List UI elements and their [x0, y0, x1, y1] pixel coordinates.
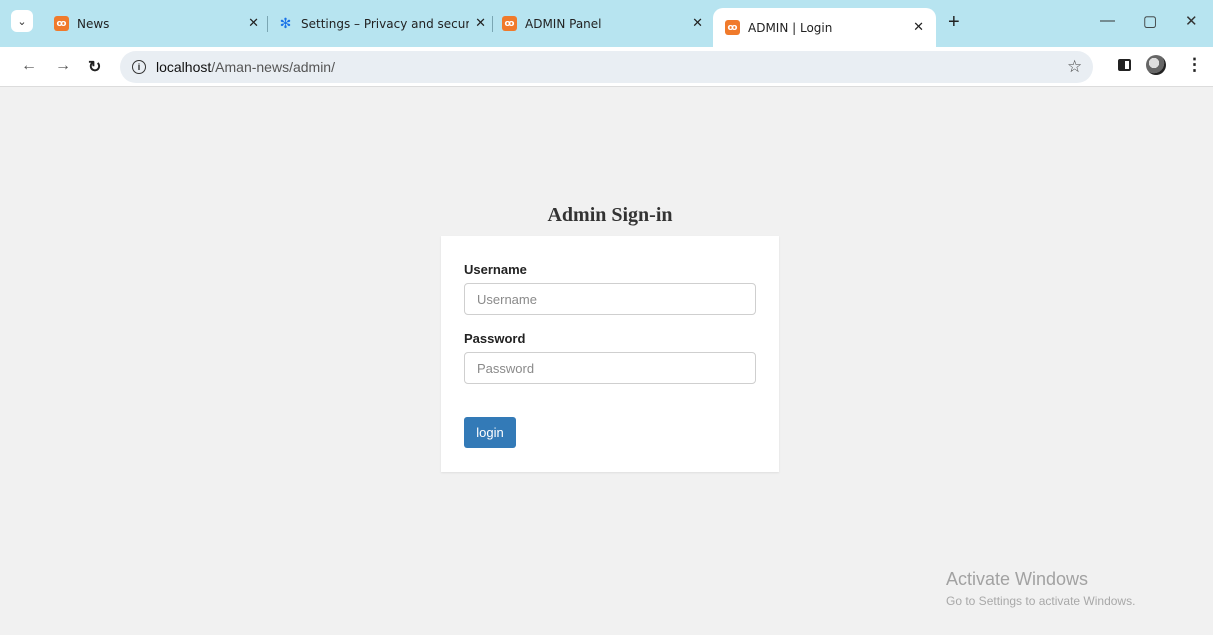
- url-path: /Aman-news/admin/: [211, 59, 335, 75]
- close-icon[interactable]: ✕: [692, 16, 703, 31]
- window-close-button[interactable]: ✕: [1185, 12, 1198, 30]
- close-icon[interactable]: ✕: [913, 20, 924, 35]
- login-button[interactable]: login: [464, 417, 516, 448]
- activate-windows-subtitle: Go to Settings to activate Windows.: [946, 594, 1136, 608]
- tab-title: Settings – Privacy and security: [301, 16, 470, 31]
- plus-icon: +: [948, 11, 960, 33]
- login-card: Username Password login: [441, 236, 779, 472]
- side-panel-icon[interactable]: [1118, 59, 1131, 71]
- profile-avatar[interactable]: [1146, 55, 1166, 75]
- chevron-down-icon: ⌄: [17, 15, 27, 28]
- gear-icon: ✻: [279, 15, 292, 32]
- back-button[interactable]: ←: [21, 57, 37, 75]
- tab-divider: [267, 16, 268, 32]
- username-label: Username: [464, 262, 527, 277]
- password-input[interactable]: [464, 352, 756, 384]
- xampp-icon: ꝏ: [725, 20, 740, 35]
- close-icon[interactable]: ✕: [475, 16, 486, 31]
- username-input[interactable]: [464, 283, 756, 315]
- password-label: Password: [464, 331, 526, 346]
- kebab-menu-icon[interactable]: ⋮: [1186, 55, 1203, 75]
- tab-admin-login[interactable]: ꝏ ADMIN | Login ✕: [713, 8, 936, 47]
- tab-title: News: [77, 16, 110, 31]
- tab-title: ADMIN | Login: [748, 20, 833, 35]
- info-icon[interactable]: i: [132, 60, 146, 74]
- tab-strip: ⌄ ꝏ News ✕ ✻ Settings – Privacy and secu…: [0, 0, 1213, 47]
- page-title: Admin Sign-in: [547, 204, 673, 226]
- tab-search-button[interactable]: ⌄: [11, 10, 33, 32]
- restore-button[interactable]: ▢: [1143, 12, 1157, 30]
- forward-button[interactable]: →: [55, 57, 71, 75]
- new-tab-button[interactable]: +: [948, 12, 960, 32]
- xampp-icon: ꝏ: [54, 16, 69, 31]
- close-icon[interactable]: ✕: [248, 16, 259, 31]
- tab-divider: [492, 16, 493, 32]
- tab-news[interactable]: ꝏ News ✕: [54, 10, 259, 37]
- tab-admin-panel[interactable]: ꝏ ADMIN Panel ✕: [502, 10, 703, 37]
- address-bar[interactable]: i localhost/Aman-news/admin/: [120, 51, 1093, 83]
- tab-settings[interactable]: ✻ Settings – Privacy and security ✕: [278, 10, 486, 37]
- reload-button[interactable]: ↻: [88, 57, 101, 77]
- bookmark-star-icon[interactable]: ☆: [1067, 57, 1082, 77]
- tab-title: ADMIN Panel: [525, 16, 602, 31]
- activate-windows-title: Activate Windows: [946, 569, 1089, 589]
- url-host: localhost: [156, 59, 212, 75]
- minimize-button[interactable]: —: [1100, 12, 1115, 29]
- browser-toolbar: ← → ↻ i localhost/Aman-news/admin/ ☆: [0, 47, 1213, 87]
- xampp-icon: ꝏ: [502, 16, 517, 31]
